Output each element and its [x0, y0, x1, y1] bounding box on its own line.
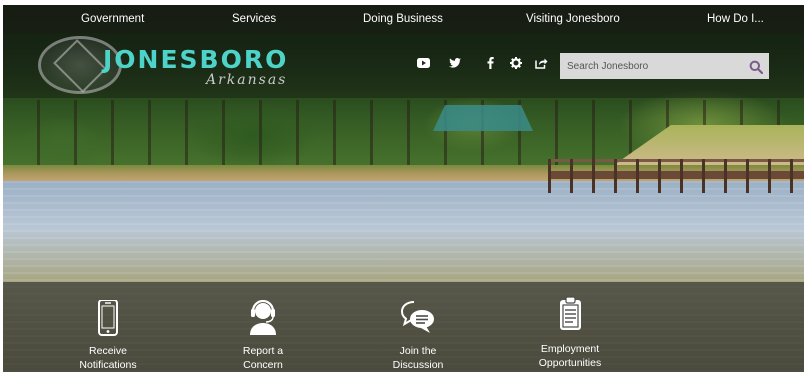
- quick-link-label: Join the Discussion: [392, 345, 444, 371]
- site-subtitle: Arkansas: [206, 72, 288, 88]
- twitter-icon[interactable]: [447, 55, 463, 71]
- top-navigation: Government Services Doing Business Visit…: [3, 5, 804, 33]
- headset-icon: [248, 299, 278, 336]
- quick-link-report-a-concern[interactable]: Report a Concern: [208, 282, 318, 372]
- quick-link-label: Employment Opportunities: [538, 343, 602, 369]
- quick-link-employment-opportunities[interactable]: Employment Opportunities: [515, 282, 625, 372]
- nav-doing-business[interactable]: Doing Business: [363, 5, 443, 33]
- site-header: JONESBORO Arkansas: [3, 33, 804, 98]
- quick-link-label: Report a Concern: [242, 345, 284, 371]
- gear-icon[interactable]: [508, 55, 524, 71]
- search-icon[interactable]: [749, 59, 764, 75]
- quick-link-join-the-discussion[interactable]: Join the Discussion: [363, 282, 473, 372]
- chat-icon: [400, 300, 434, 336]
- site-title[interactable]: JONESBORO: [103, 45, 288, 74]
- facebook-icon[interactable]: [482, 55, 498, 71]
- search-box: [560, 53, 769, 79]
- share-icon[interactable]: [533, 55, 549, 71]
- nav-government[interactable]: Government: [81, 5, 144, 33]
- page: Government Services Doing Business Visit…: [3, 5, 804, 372]
- nav-how-do-i[interactable]: How Do I...: [707, 5, 764, 33]
- youtube-icon[interactable]: [415, 55, 431, 71]
- nav-visiting-jonesboro[interactable]: Visiting Jonesboro: [526, 5, 620, 33]
- quick-links-bar: Receive Notifications Report a Concern J…: [3, 282, 804, 372]
- search-input[interactable]: [560, 53, 740, 79]
- quick-link-receive-notifications[interactable]: Receive Notifications: [53, 282, 163, 372]
- nav-services[interactable]: Services: [232, 5, 276, 33]
- quick-link-label: Receive Notifications: [79, 345, 137, 371]
- clipboard-icon: [555, 296, 585, 332]
- phone-icon: [93, 299, 123, 336]
